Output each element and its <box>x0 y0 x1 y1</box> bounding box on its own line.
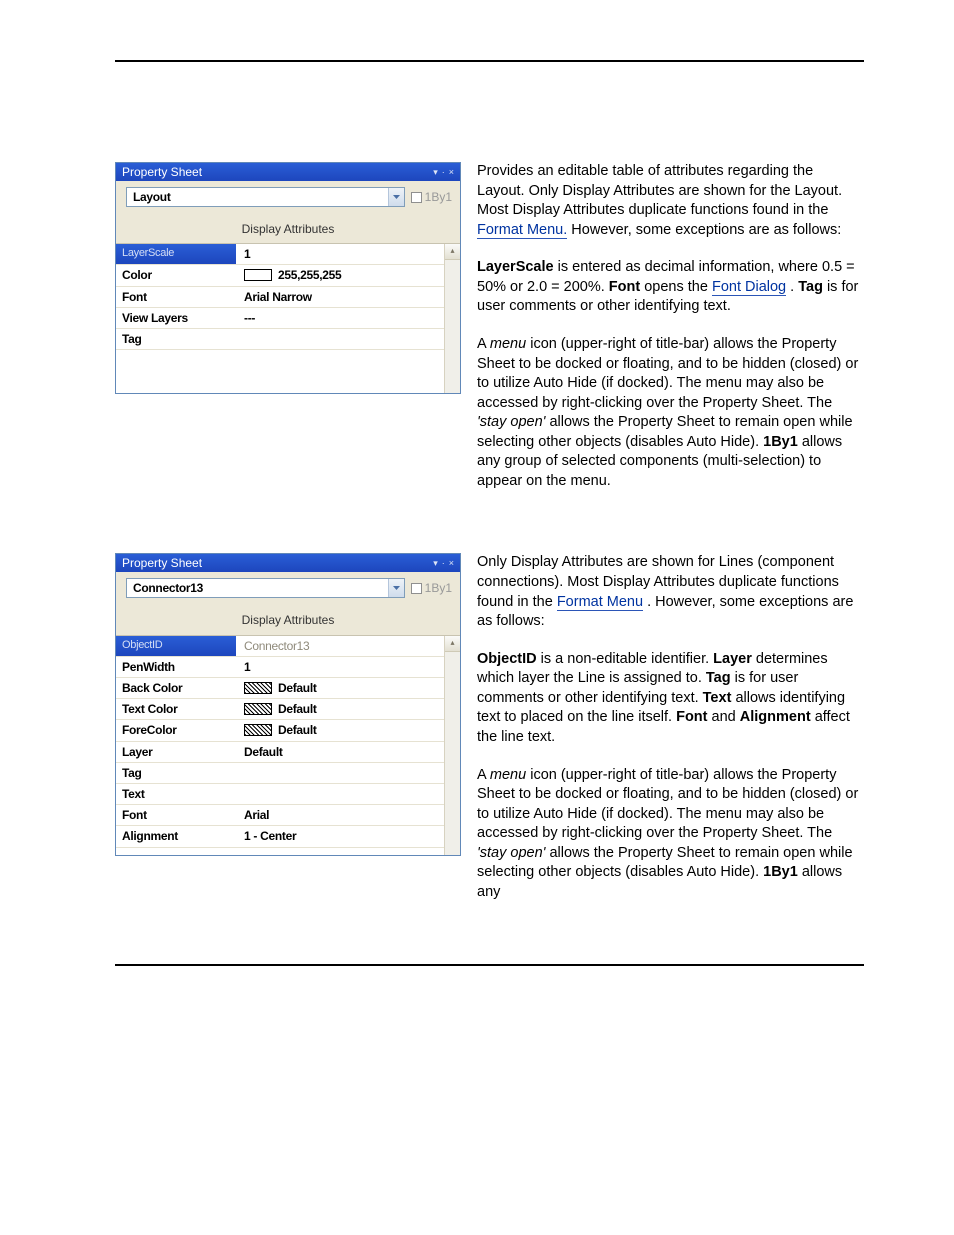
description-layout: Provides an editable table of attributes… <box>477 162 864 493</box>
attr-value[interactable]: 255,255,255 <box>236 265 444 285</box>
titlebar-text: Property Sheet <box>122 555 202 571</box>
attr-name: Font <box>116 805 236 825</box>
attr-value[interactable]: Arial <box>236 805 444 825</box>
grid-row[interactable]: Font Arial Narrow <box>116 287 444 308</box>
pin-icon[interactable]: · <box>442 166 445 178</box>
attr-name: PenWidth <box>116 657 236 677</box>
top-rule <box>115 60 864 62</box>
color-swatch[interactable] <box>244 682 272 694</box>
checkbox-box[interactable] <box>411 583 422 594</box>
color-swatch[interactable] <box>244 703 272 715</box>
tab-header: Display Attributes <box>116 606 460 634</box>
color-swatch[interactable] <box>244 269 272 281</box>
attribute-grid: ObjectID Connector13 PenWidth 1 Back Col… <box>116 635 460 855</box>
link-format-menu[interactable]: Format Menu <box>557 594 643 611</box>
attr-value[interactable]: Default <box>236 678 444 698</box>
attr-name: ObjectID <box>116 636 236 656</box>
grid-row[interactable]: Layer Default <box>116 742 444 763</box>
link-format-menu[interactable]: Format Menu. <box>477 222 567 239</box>
checkbox-label: 1By1 <box>425 580 452 596</box>
color-swatch[interactable] <box>244 724 272 736</box>
attr-name: Tag <box>116 329 236 349</box>
titlebar-controls[interactable]: ▾ · × <box>433 557 454 569</box>
titlebar-text: Property Sheet <box>122 164 202 180</box>
pin-icon[interactable]: · <box>442 557 445 569</box>
attr-name: Color <box>116 265 236 285</box>
attr-name: Back Color <box>116 678 236 698</box>
attr-name: View Layers <box>116 308 236 328</box>
menu-icon[interactable]: ▾ <box>433 166 438 178</box>
attribute-grid: LayerScale 1 Color 255,255,255 Font <box>116 243 460 393</box>
grid-row[interactable]: Tag <box>116 763 444 784</box>
attr-value[interactable]: Default <box>236 699 444 719</box>
attr-name: Text <box>116 784 236 804</box>
grid-row-selected[interactable]: ObjectID Connector13 <box>116 636 444 657</box>
scroll-up-icon[interactable]: ▴ <box>445 244 460 260</box>
grid-row[interactable]: Alignment 1 - Center <box>116 826 444 847</box>
property-sheet-layout: Property Sheet ▾ · × Layout <box>115 162 461 394</box>
attr-value[interactable]: 1 <box>236 657 444 677</box>
grid-row[interactable]: Font Arial <box>116 805 444 826</box>
close-icon[interactable]: × <box>449 166 454 178</box>
attr-value[interactable] <box>236 784 444 804</box>
checkbox-box[interactable] <box>411 192 422 203</box>
attr-name: Text Color <box>116 699 236 719</box>
attr-value: Connector13 <box>236 636 444 656</box>
combo-text: Layout <box>127 189 388 205</box>
scrollbar[interactable]: ▴ <box>444 636 460 855</box>
section-layout: Property Sheet ▾ · × Layout <box>115 162 864 493</box>
checkbox-1by1[interactable]: 1By1 <box>411 189 452 205</box>
scroll-track[interactable] <box>445 260 460 393</box>
attr-name: Tag <box>116 763 236 783</box>
menu-icon[interactable]: ▾ <box>433 557 438 569</box>
link-font-dialog[interactable]: Font Dialog <box>712 279 786 296</box>
attr-value[interactable]: --- <box>236 308 444 328</box>
chevron-down-icon[interactable] <box>388 579 404 597</box>
close-icon[interactable]: × <box>449 557 454 569</box>
combo-text: Connector13 <box>127 580 388 596</box>
attr-name: Layer <box>116 742 236 762</box>
grid-row[interactable]: PenWidth 1 <box>116 657 444 678</box>
grid-row[interactable]: ForeColor Default <box>116 720 444 741</box>
scroll-up-icon[interactable]: ▴ <box>445 636 460 652</box>
grid-row-selected[interactable]: LayerScale 1 <box>116 244 444 265</box>
attr-value[interactable] <box>236 329 444 349</box>
titlebar[interactable]: Property Sheet ▾ · × <box>116 163 460 181</box>
object-combo[interactable]: Layout <box>126 187 405 207</box>
grid-row[interactable]: Tag <box>116 329 444 350</box>
titlebar[interactable]: Property Sheet ▾ · × <box>116 554 460 572</box>
attr-value[interactable]: Default <box>236 720 444 740</box>
attr-name: Font <box>116 287 236 307</box>
grid-row[interactable]: View Layers --- <box>116 308 444 329</box>
grid-row[interactable]: Back Color Default <box>116 678 444 699</box>
scroll-track[interactable] <box>445 652 460 855</box>
attr-value[interactable] <box>236 763 444 783</box>
scrollbar[interactable]: ▴ <box>444 244 460 393</box>
chevron-down-icon[interactable] <box>388 188 404 206</box>
description-line: Only Display Attributes are shown for Li… <box>477 553 864 904</box>
attr-value[interactable]: 1 <box>236 244 444 264</box>
attr-name: LayerScale <box>116 244 236 264</box>
bottom-rule <box>115 964 864 966</box>
checkbox-1by1[interactable]: 1By1 <box>411 580 452 596</box>
grid-row[interactable]: Color 255,255,255 <box>116 265 444 286</box>
grid-row[interactable]: Text <box>116 784 444 805</box>
attr-name: ForeColor <box>116 720 236 740</box>
checkbox-label: 1By1 <box>425 189 452 205</box>
grid-row[interactable]: Text Color Default <box>116 699 444 720</box>
titlebar-controls[interactable]: ▾ · × <box>433 166 454 178</box>
section-line: Property Sheet ▾ · × Connector13 <box>115 553 864 904</box>
property-sheet-line: Property Sheet ▾ · × Connector13 <box>115 553 461 855</box>
attr-name: Alignment <box>116 826 236 846</box>
attr-value[interactable]: Arial Narrow <box>236 287 444 307</box>
attr-value[interactable]: Default <box>236 742 444 762</box>
object-combo[interactable]: Connector13 <box>126 578 405 598</box>
tab-header: Display Attributes <box>116 215 460 243</box>
attr-value[interactable]: 1 - Center <box>236 826 444 846</box>
